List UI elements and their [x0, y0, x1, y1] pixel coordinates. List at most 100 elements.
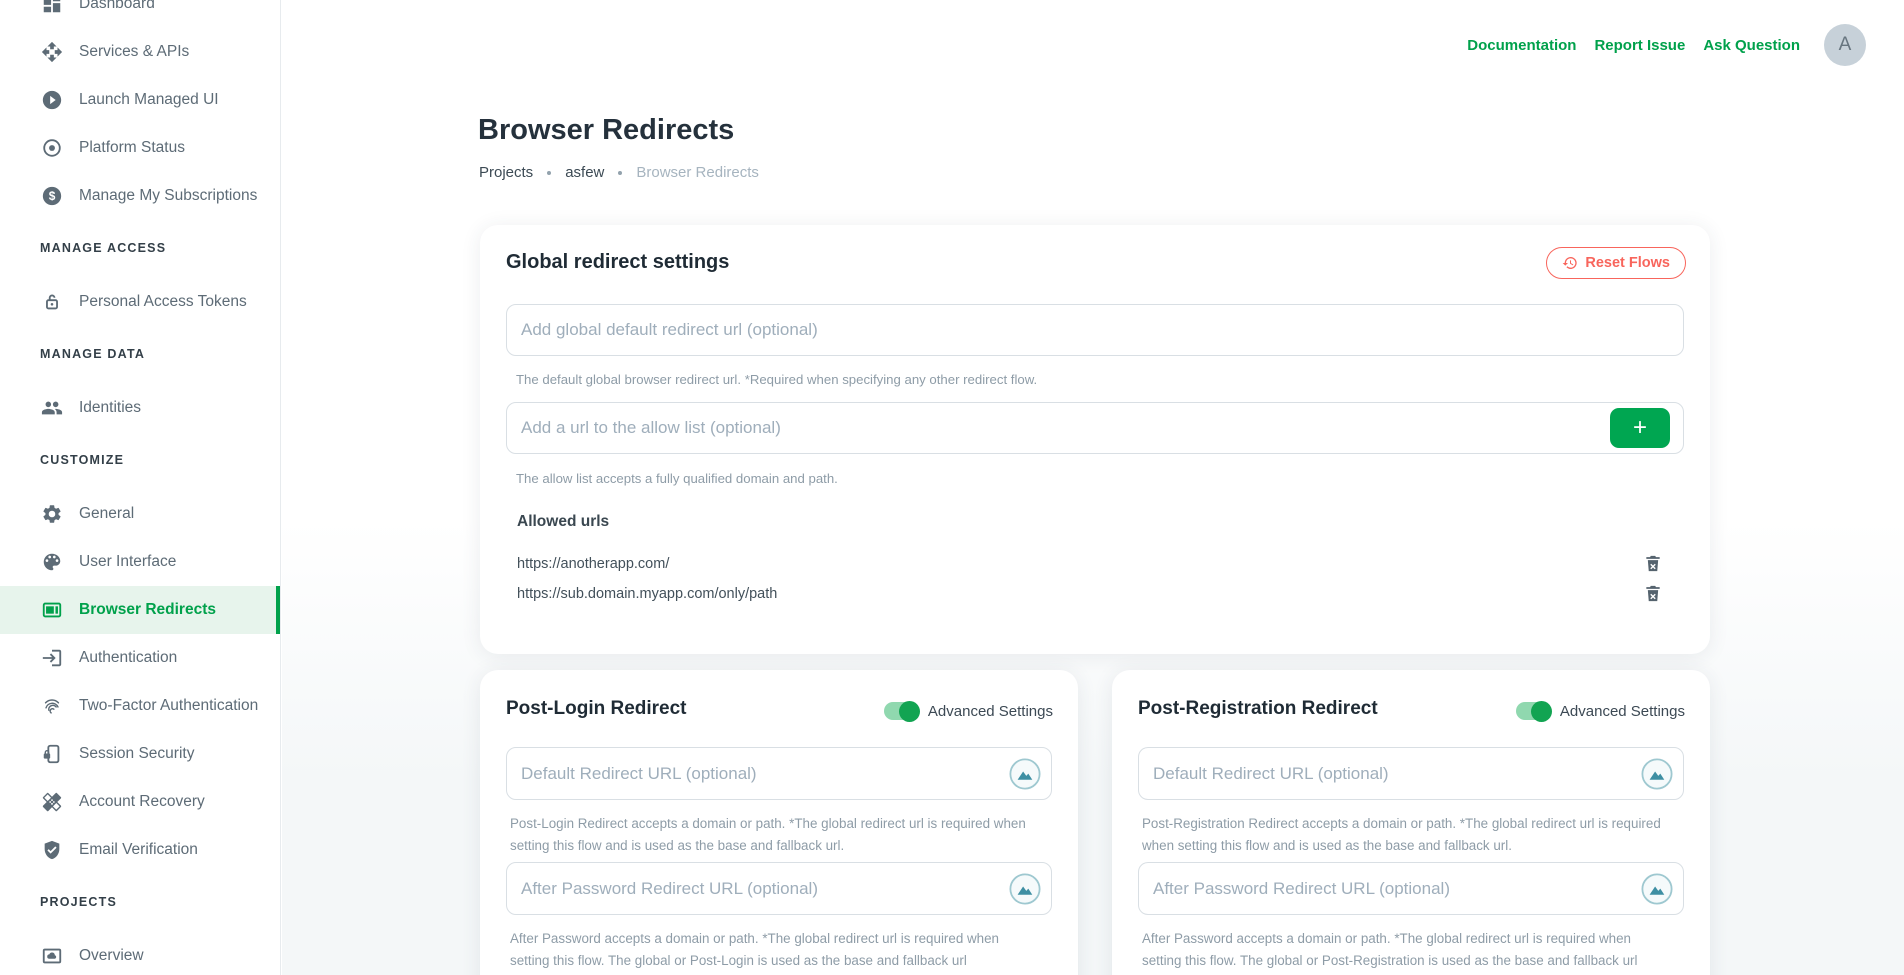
allowed-url-text: https://sub.domain.myapp.com/only/path	[517, 586, 777, 602]
report-issue-link[interactable]: Report Issue	[1594, 37, 1685, 54]
sidebar-item-identities[interactable]: Identities	[0, 384, 280, 432]
breadcrumb-separator-dot	[547, 171, 551, 175]
sidebar-item-label: Account Recovery	[79, 793, 205, 811]
advanced-settings-toggle[interactable]	[884, 702, 918, 720]
post-registration-default-help: Post-Registration Redirect accepts a dom…	[1142, 813, 1674, 857]
post-registration-after-password-help: After Password accepts a domain or path.…	[1142, 928, 1674, 972]
sidebar-item-label: Identities	[79, 399, 141, 417]
move-arrows-icon	[40, 40, 64, 64]
bandage-icon	[40, 790, 64, 814]
sidebar-item-platform-status[interactable]: Platform Status	[0, 124, 280, 172]
sidebar-item-general[interactable]: General	[0, 490, 280, 538]
breadcrumb-separator-dot	[618, 171, 622, 175]
post-login-advanced-settings: Advanced Settings	[884, 702, 1053, 720]
reset-flows-label: Reset Flows	[1585, 255, 1670, 271]
dashboard-icon	[40, 0, 64, 16]
allow-list-help: The allow list accepts a fully qualified…	[516, 468, 838, 489]
gear-icon	[40, 502, 64, 526]
mountain-icon[interactable]	[1009, 873, 1041, 905]
advanced-settings-label: Advanced Settings	[1560, 703, 1685, 720]
fingerprint-icon	[40, 694, 64, 718]
sidebar-item-label: General	[79, 505, 134, 523]
sidebar-item-label: Overview	[79, 947, 144, 965]
sidebar-item-label: Services & APIs	[79, 43, 189, 61]
post-login-after-password-input[interactable]	[506, 862, 1052, 915]
phone-lock-icon	[40, 742, 64, 766]
post-registration-redirect-card: Post-Registration Redirect Advanced Sett…	[1112, 670, 1710, 975]
sidebar-item-label: User Interface	[79, 553, 176, 571]
post-registration-default-redirect-input[interactable]	[1138, 747, 1684, 800]
sidebar: Dashboard Services & APIs Launch Managed…	[0, 0, 281, 975]
mountain-icon[interactable]	[1641, 873, 1673, 905]
sidebar-item-label: Manage My Subscriptions	[79, 187, 257, 205]
global-default-redirect-help: The default global browser redirect url.…	[516, 369, 1037, 390]
sidebar-item-label: Dashboard	[79, 0, 155, 13]
sidebar-item-label: Email Verification	[79, 841, 198, 859]
allowed-url-row: https://anotherapp.com/	[517, 553, 1670, 575]
sidebar-item-two-factor[interactable]: Two-Factor Authentication	[0, 682, 280, 730]
sidebar-item-account-recovery[interactable]: Account Recovery	[0, 778, 280, 826]
sidebar-item-session-security[interactable]: Session Security	[0, 730, 280, 778]
post-registration-after-password-input[interactable]	[1138, 862, 1684, 915]
broadcast-icon	[40, 136, 64, 160]
sidebar-item-email-verification[interactable]: Email Verification	[0, 826, 280, 874]
post-registration-card-title: Post-Registration Redirect	[1138, 698, 1378, 720]
page-title: Browser Redirects	[478, 114, 734, 147]
advanced-settings-label: Advanced Settings	[928, 703, 1053, 720]
delete-url-icon[interactable]	[1643, 583, 1663, 604]
post-login-card-title: Post-Login Redirect	[506, 698, 687, 720]
documentation-link[interactable]: Documentation	[1467, 37, 1576, 54]
play-circle-icon	[40, 88, 64, 112]
post-login-default-redirect-input[interactable]	[506, 747, 1052, 800]
sidebar-item-overview[interactable]: Overview	[0, 932, 280, 975]
post-login-default-help: Post-Login Redirect accepts a domain or …	[510, 813, 1042, 857]
advanced-settings-toggle[interactable]	[1516, 702, 1550, 720]
sidebar-section-projects: PROJECTS	[0, 882, 280, 922]
allow-list-url-input[interactable]	[506, 402, 1684, 454]
global-redirect-settings-card: Global redirect settings Reset Flows The…	[480, 225, 1710, 654]
sidebar-item-label: Session Security	[79, 745, 194, 763]
global-default-redirect-input[interactable]	[506, 304, 1684, 356]
allowed-url-text: https://anotherapp.com/	[517, 556, 669, 572]
sidebar-item-label: Launch Managed UI	[79, 91, 219, 109]
sidebar-item-user-interface[interactable]: User Interface	[0, 538, 280, 586]
sidebar-item-browser-redirects[interactable]: Browser Redirects	[0, 586, 280, 634]
delete-url-icon[interactable]	[1643, 553, 1663, 574]
cloud-frame-icon	[40, 944, 64, 968]
header-links: Documentation Report Issue Ask Question …	[1467, 24, 1866, 66]
palette-icon	[40, 550, 64, 574]
sidebar-item-label: Personal Access Tokens	[79, 293, 247, 311]
global-card-title: Global redirect settings	[506, 251, 729, 274]
avatar[interactable]: A	[1824, 24, 1866, 66]
allowed-url-row: https://sub.domain.myapp.com/only/path	[517, 583, 1670, 605]
sidebar-item-services-apis[interactable]: Services & APIs	[0, 28, 280, 76]
post-registration-advanced-settings: Advanced Settings	[1516, 702, 1685, 720]
lock-icon	[40, 290, 64, 314]
reset-flows-button[interactable]: Reset Flows	[1546, 247, 1686, 279]
sidebar-item-manage-subscriptions[interactable]: Manage My Subscriptions	[0, 172, 280, 220]
sidebar-item-label: Browser Redirects	[79, 601, 216, 619]
breadcrumb: Projects asfew Browser Redirects	[479, 164, 759, 181]
login-arrow-icon	[40, 646, 64, 670]
sidebar-item-label: Authentication	[79, 649, 177, 667]
browser-window-icon	[40, 598, 64, 622]
sidebar-section-manage-access: MANAGE ACCESS	[0, 228, 280, 268]
sidebar-item-label: Platform Status	[79, 139, 185, 157]
sidebar-item-label: Two-Factor Authentication	[79, 697, 258, 715]
restore-icon	[1562, 255, 1578, 271]
add-allow-url-button[interactable]: +	[1610, 408, 1670, 448]
breadcrumb-project-name[interactable]: asfew	[565, 164, 604, 181]
toggle-knob	[899, 701, 920, 722]
sidebar-item-personal-access-tokens[interactable]: Personal Access Tokens	[0, 278, 280, 326]
sidebar-item-authentication[interactable]: Authentication	[0, 634, 280, 682]
post-login-after-password-help: After Password accepts a domain or path.…	[510, 928, 1042, 972]
dollar-circle-icon	[40, 184, 64, 208]
breadcrumb-current: Browser Redirects	[636, 164, 759, 181]
sidebar-item-launch-managed-ui[interactable]: Launch Managed UI	[0, 76, 280, 124]
sidebar-item-dashboard[interactable]: Dashboard	[0, 0, 280, 28]
allowed-urls-title: Allowed urls	[517, 513, 609, 531]
mountain-icon[interactable]	[1009, 758, 1041, 790]
breadcrumb-projects[interactable]: Projects	[479, 164, 533, 181]
mountain-icon[interactable]	[1641, 758, 1673, 790]
ask-question-link[interactable]: Ask Question	[1703, 37, 1800, 54]
